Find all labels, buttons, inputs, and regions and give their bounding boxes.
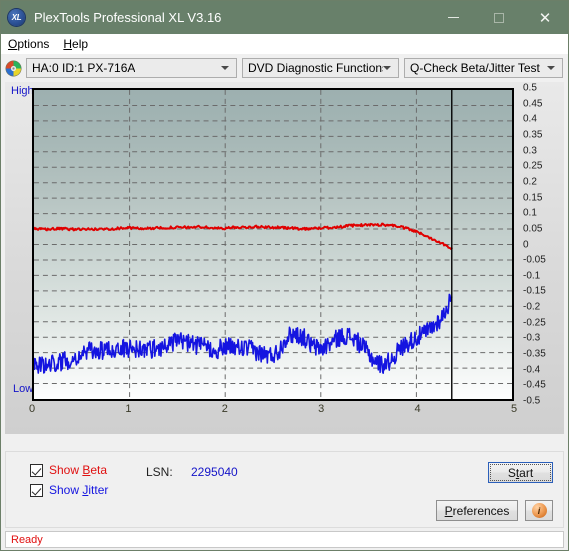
minimize-button[interactable] (430, 1, 476, 34)
y-tick-label: -0.3 (523, 332, 541, 344)
function-select[interactable]: DVD Diagnostic Functions (242, 58, 399, 78)
y-tick-label: -0.4 (523, 364, 541, 376)
window-title: PlexTools Professional XL V3.16 (34, 10, 222, 25)
status-bar: Ready (5, 531, 564, 548)
y-tick-label: 0.2 (523, 176, 537, 188)
info-icon: i (531, 503, 547, 518)
optical-disc-icon (5, 60, 22, 76)
y-axis-tick-labels: 0.5 0.45 0.4 0.35 0.3 0.25 0.2 0.15 0.1 0.05 0 -0.0… (520, 83, 569, 407)
x-tick-label: 4 (414, 403, 421, 415)
y-tick-label: -0.05 (523, 254, 546, 266)
x-tick-label: 2 (221, 403, 228, 415)
title-bar: XL PlexTools Professional XL V3.16 ✕ (1, 1, 568, 34)
close-icon: ✕ (538, 9, 552, 27)
maximize-icon (494, 12, 504, 23)
y-tick-label: 0.15 (523, 192, 543, 204)
chart-panel: High Low 0.5 0.45 0.4 0.35 0.3 0.25 0.2 0.15 0.1… (5, 82, 564, 434)
selection-toolbar: HA:0 ID:1 PX-716A DVD Diagnostic Functio… (1, 54, 568, 82)
plextools-window: XL PlexTools Professional XL V3.16 ✕ Opt… (0, 0, 569, 551)
x-tick-label: 3 (318, 403, 325, 415)
drive-select[interactable]: HA:0 ID:1 PX-716A (26, 58, 237, 78)
chevron-down-icon (221, 66, 229, 70)
test-select[interactable]: Q-Check Beta/Jitter Test (404, 58, 563, 78)
y-tick-label: 0.45 (523, 98, 543, 110)
y-tick-label: 0.5 (523, 82, 537, 94)
start-button[interactable]: Start (488, 462, 553, 483)
show-jitter-label: Show Jitter (49, 483, 109, 497)
y-tick-label: -0.1 (523, 270, 541, 282)
drive-select-value: HA:0 ID:1 PX-716A (32, 61, 136, 75)
x-tick-label: 0 (28, 403, 36, 415)
function-select-value: DVD Diagnostic Functions (248, 61, 383, 75)
minimize-icon (447, 17, 459, 18)
start-button-label: Start (507, 465, 534, 480)
app-icon: XL (8, 9, 25, 26)
lsn-value: 2295040 (191, 465, 238, 479)
y-tick-label: 0.3 (523, 145, 537, 157)
x-tick-label: 5 (510, 403, 518, 415)
y-tick-label: 0.4 (523, 113, 537, 125)
y-tick-label: -0.2 (523, 301, 541, 313)
y-tick-label: -0.45 (523, 379, 546, 391)
preferences-button-label: Preferences (444, 503, 510, 518)
axis-label-high: High (11, 85, 34, 97)
lsn-label: LSN: (146, 465, 173, 479)
y-tick-label: 0.05 (523, 223, 543, 235)
show-beta-row[interactable]: Show Beta (30, 463, 107, 477)
maximize-button[interactable] (476, 1, 522, 34)
chevron-down-icon (547, 66, 555, 70)
menu-item-help[interactable]: Help (63, 37, 88, 51)
window-buttons: ✕ (430, 1, 568, 34)
x-tick-label: 1 (125, 403, 132, 415)
test-select-value: Q-Check Beta/Jitter Test (410, 61, 540, 75)
chevron-down-icon (383, 66, 391, 70)
y-tick-label: -0.15 (523, 285, 546, 297)
y-tick-label: -0.25 (523, 317, 546, 329)
status-text: Ready (11, 533, 43, 546)
show-beta-label: Show Beta (49, 463, 108, 477)
controls-panel: Show Beta Show Jitter LSN: 2295040 Start… (5, 451, 564, 528)
y-tick-label: 0.25 (523, 160, 543, 172)
y-tick-label: -0.35 (523, 348, 546, 360)
show-jitter-checkbox[interactable] (30, 483, 43, 497)
close-button[interactable]: ✕ (522, 1, 568, 34)
y-tick-label: -0.5 (523, 395, 541, 407)
y-tick-label: 0 (523, 239, 529, 250)
show-jitter-row[interactable]: Show Jitter (30, 483, 108, 497)
preferences-button[interactable]: Preferences (436, 500, 518, 521)
show-beta-checkbox[interactable] (30, 463, 43, 477)
y-tick-label: 0.35 (523, 129, 543, 141)
beta-jitter-plot (32, 88, 514, 401)
menu-item-options[interactable]: Options (8, 37, 49, 51)
menu-bar: Options Help (1, 34, 568, 54)
y-tick-label: 0.1 (523, 207, 537, 219)
axis-label-low: Low (13, 383, 34, 395)
info-button[interactable]: i (525, 500, 553, 521)
plot-svg (34, 90, 512, 399)
x-axis-tick-labels: 0 1 2 3 4 5 (28, 403, 518, 417)
